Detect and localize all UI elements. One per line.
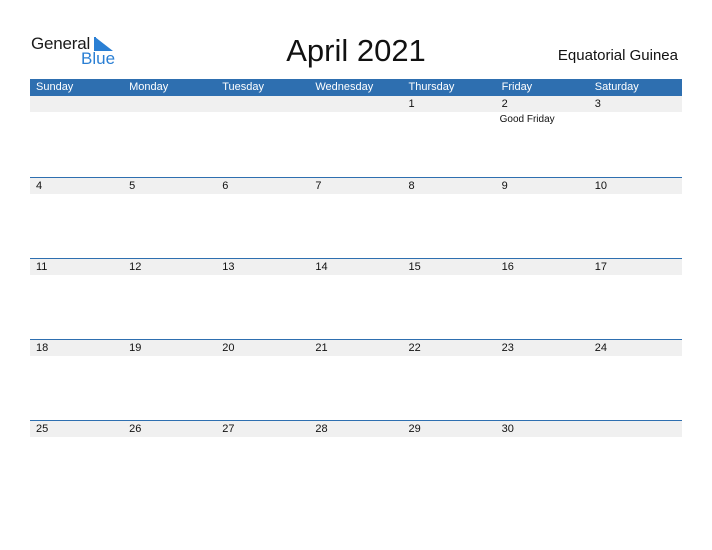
day-number: 21	[315, 342, 328, 354]
week-cells: 1 2 Good Friday 3	[30, 96, 682, 177]
day-cell[interactable]: 26	[123, 420, 216, 501]
day-cell[interactable]: 20	[216, 339, 309, 420]
day-number: 24	[594, 342, 607, 354]
day-cell[interactable]: 16	[496, 258, 589, 339]
day-cell[interactable]: 15	[403, 258, 496, 339]
day-cell[interactable]: 2 Good Friday	[496, 96, 589, 177]
day-number: 17	[594, 261, 607, 273]
week-row: 1 2 Good Friday 3	[30, 96, 682, 177]
day-number: 7	[315, 180, 322, 192]
week-cells: 4 5 6 7 8 9 10	[30, 177, 682, 258]
day-number: 4	[36, 180, 43, 192]
day-number: 29	[408, 423, 421, 435]
day-number: 6	[222, 180, 229, 192]
weekday-wednesday: Wednesday	[315, 81, 374, 93]
day-cell[interactable]: 30	[496, 420, 589, 501]
day-cell[interactable]: 9	[496, 177, 589, 258]
day-number: 18	[36, 342, 49, 354]
day-cell[interactable]: 19	[123, 339, 216, 420]
day-number: 22	[408, 342, 421, 354]
day-cell[interactable]: 18	[30, 339, 123, 420]
week-cells: 11 12 13 14 15 16 17	[30, 258, 682, 339]
day-number: 20	[222, 342, 235, 354]
day-cell[interactable]: 12	[123, 258, 216, 339]
day-cell[interactable]: 14	[309, 258, 402, 339]
day-cell[interactable]: 21	[309, 339, 402, 420]
day-cell[interactable]	[589, 420, 682, 501]
day-number: 23	[501, 342, 514, 354]
weekday-header: Sunday Monday Tuesday Wednesday Thursday…	[30, 79, 682, 96]
day-cell[interactable]: 29	[403, 420, 496, 501]
day-number: 13	[222, 261, 235, 273]
day-cell[interactable]	[216, 96, 309, 177]
weekday-monday: Monday	[129, 81, 169, 93]
day-number: 25	[36, 423, 49, 435]
day-cell[interactable]: 22	[403, 339, 496, 420]
day-cell[interactable]: 3	[589, 96, 682, 177]
day-number: 16	[501, 261, 514, 273]
day-number: 5	[129, 180, 136, 192]
day-cell[interactable]	[309, 96, 402, 177]
day-number: 26	[129, 423, 142, 435]
day-cell[interactable]: 11	[30, 258, 123, 339]
week-row: 11 12 13 14 15 16 17	[30, 258, 682, 339]
day-cell[interactable]	[30, 96, 123, 177]
day-number: 1	[408, 98, 415, 110]
day-cell[interactable]: 27	[216, 420, 309, 501]
day-number: 27	[222, 423, 235, 435]
day-number: 14	[315, 261, 328, 273]
day-cell[interactable]: 1	[403, 96, 496, 177]
day-cell[interactable]: 6	[216, 177, 309, 258]
day-number: 2	[501, 98, 508, 110]
day-number: 28	[315, 423, 328, 435]
day-number: 11	[36, 261, 48, 273]
day-cell[interactable]: 24	[589, 339, 682, 420]
weekday-friday: Friday	[501, 81, 533, 93]
day-cell[interactable]: 28	[309, 420, 402, 501]
day-number: 30	[501, 423, 514, 435]
day-number: 19	[129, 342, 142, 354]
day-number: 8	[408, 180, 415, 192]
weekday-saturday: Saturday	[594, 81, 639, 93]
day-number: 10	[594, 180, 607, 192]
day-cell[interactable]: 13	[216, 258, 309, 339]
day-cell[interactable]: 25	[30, 420, 123, 501]
week-row: 4 5 6 7 8 9 10	[30, 177, 682, 258]
day-number: 12	[129, 261, 142, 273]
day-cell[interactable]: 7	[309, 177, 402, 258]
week-cells: 18 19 20 21 22 23 24	[30, 339, 682, 420]
day-cell[interactable]: 4	[30, 177, 123, 258]
week-row: 25 26 27 28 29 30	[30, 420, 682, 501]
weekday-tuesday: Tuesday	[222, 81, 265, 93]
day-cell[interactable]: 5	[123, 177, 216, 258]
day-cell[interactable]: 17	[589, 258, 682, 339]
week-row: 18 19 20 21 22 23 24	[30, 339, 682, 420]
day-number: 15	[408, 261, 421, 273]
week-cells: 25 26 27 28 29 30	[30, 420, 682, 501]
day-cell[interactable]	[123, 96, 216, 177]
day-cell[interactable]: 8	[403, 177, 496, 258]
weekday-sunday: Sunday	[36, 81, 74, 93]
day-cell[interactable]: 10	[589, 177, 682, 258]
day-cell[interactable]: 23	[496, 339, 589, 420]
day-number: 3	[594, 98, 601, 110]
holiday-label: Good Friday	[499, 114, 555, 125]
weekday-thursday: Thursday	[408, 81, 455, 93]
day-number: 9	[501, 180, 508, 192]
country-label: Equatorial Guinea	[557, 47, 678, 64]
